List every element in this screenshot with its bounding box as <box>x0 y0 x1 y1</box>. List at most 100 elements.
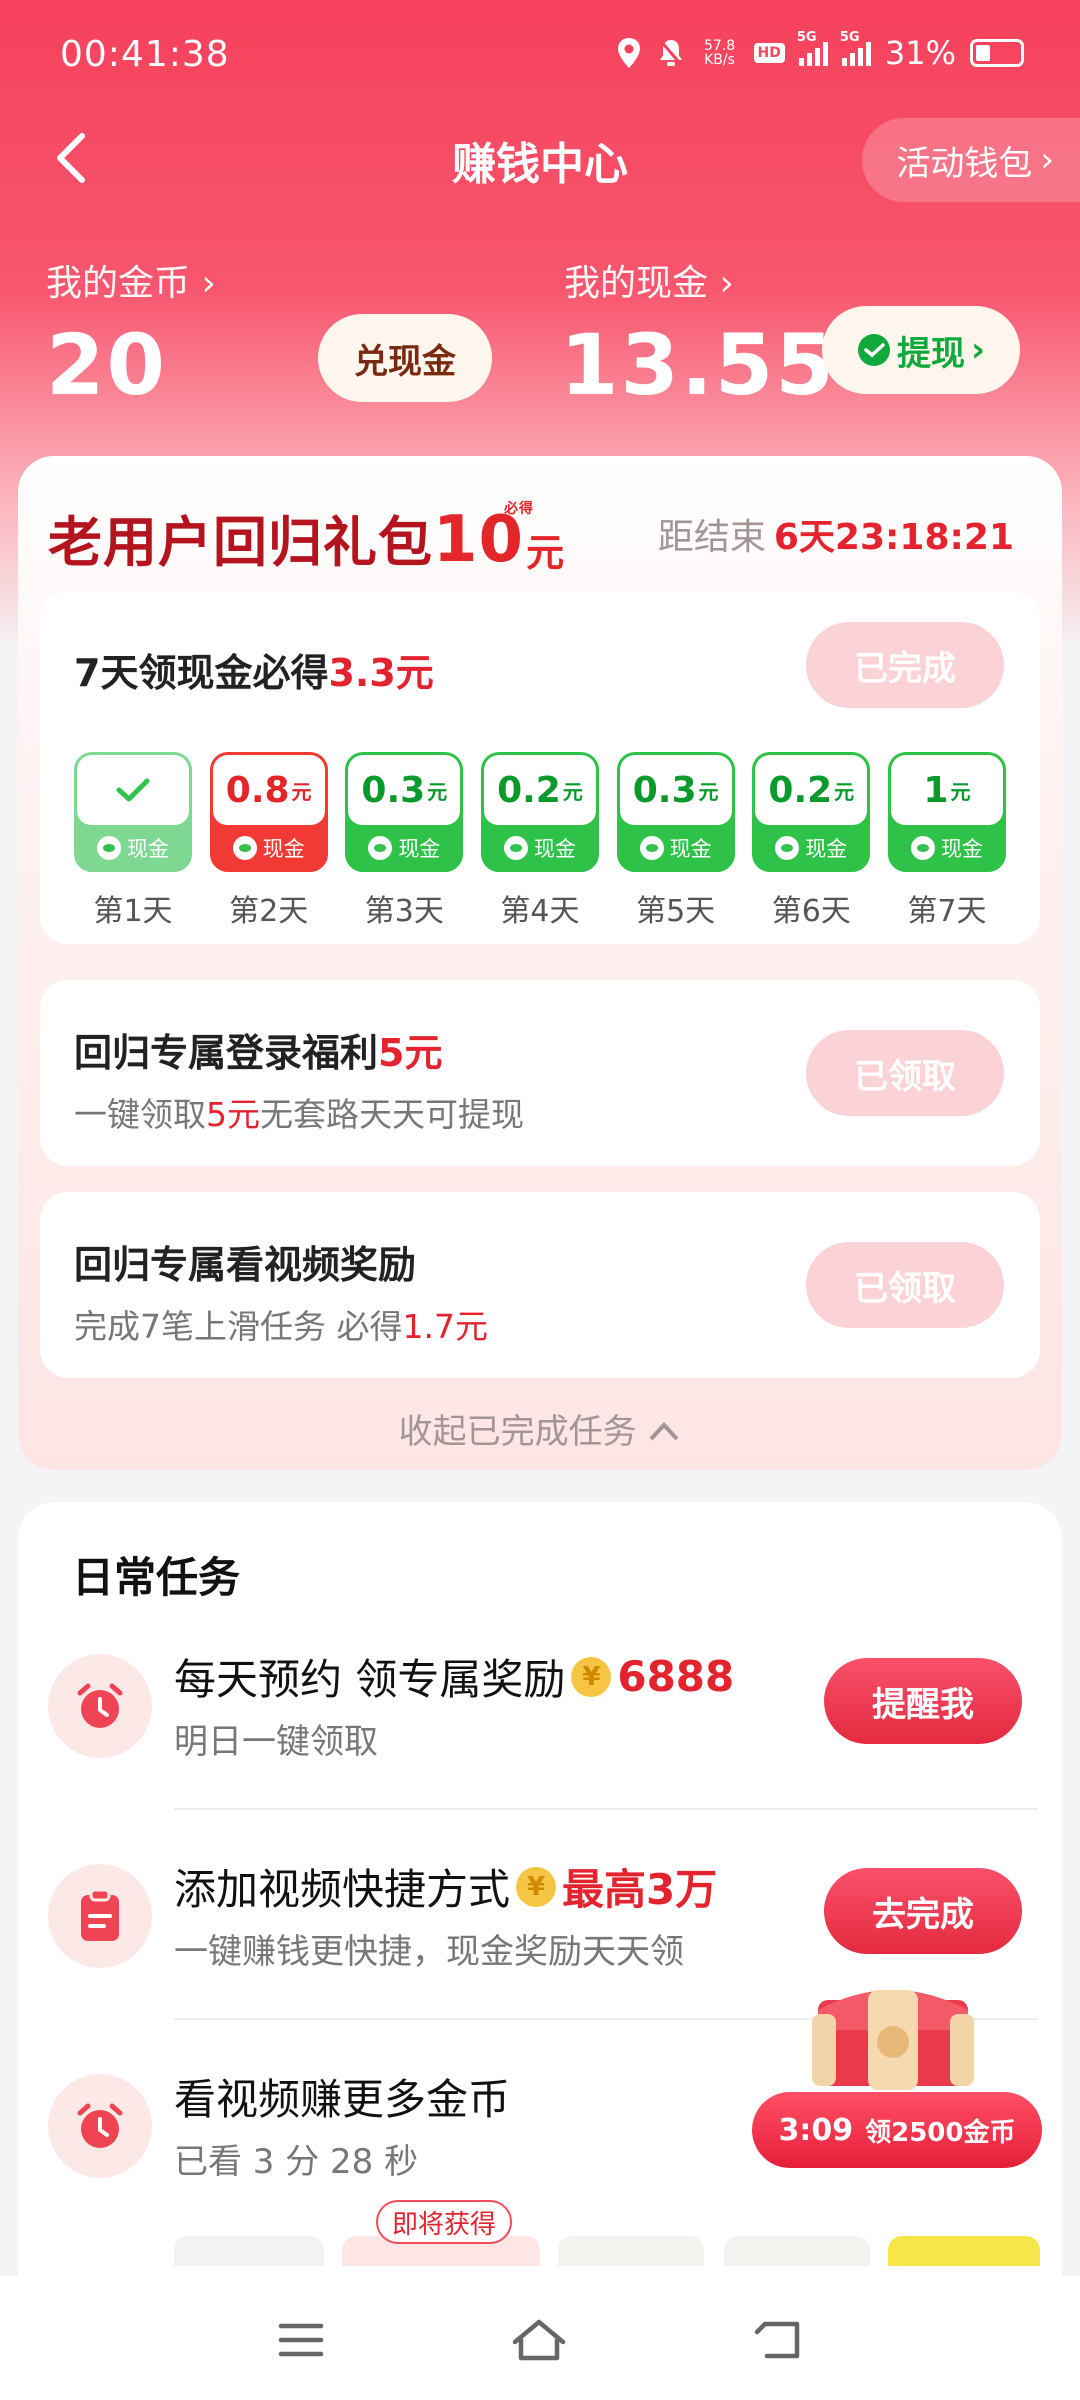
wechat-icon <box>97 836 121 860</box>
task-title: 添加视频快捷方式 ¥ 最高3万 <box>174 1865 718 1914</box>
claimed-button[interactable]: 已领取 <box>806 1242 1004 1328</box>
day-amount: 1元 <box>890 755 1003 825</box>
alarm-clock-icon <box>48 2074 152 2178</box>
withdraw-button[interactable]: 提现 › <box>822 306 1020 394</box>
signal-icon-2: 5G <box>840 30 871 66</box>
reward-tile[interactable] <box>558 2236 704 2266</box>
chest-reward-button[interactable]: 3:09 领2500金币 <box>752 2092 1042 2168</box>
home-icon <box>512 2319 566 2361</box>
activity-wallet-button[interactable]: 活动钱包 › <box>862 118 1080 202</box>
task-title: 回归专属登录福利5元 <box>74 1031 443 1075</box>
task-subtitle: 一键赚钱更快捷，现金奖励天天领 <box>174 1932 684 1972</box>
coins-value: 20 <box>46 316 167 414</box>
home-button[interactable] <box>494 2300 584 2380</box>
menu-button[interactable] <box>256 2300 346 2380</box>
task-title: 每天预约 领专属奖励 ¥ 6888 <box>174 1652 735 1704</box>
soon-badge: 即将获得 <box>376 2200 513 2244</box>
back-arrow-icon <box>754 2321 800 2359</box>
go-complete-button[interactable]: 去完成 <box>824 1868 1022 1954</box>
daily-tasks-card: 日常任务 每天预约 领专属奖励 ¥ 6888 明日一键领取 提醒我 添加视频快捷… <box>18 1502 1062 2302</box>
cash-label-link[interactable]: 我的现金 › <box>564 254 734 306</box>
day-reward-3: 0.3 元现金第3天 <box>345 752 464 930</box>
day-amount: 0.3 元 <box>348 755 461 825</box>
day-amount: 0.2 元 <box>483 755 596 825</box>
mute-bell-icon <box>658 39 684 68</box>
chevron-right-icon: › <box>1040 140 1054 180</box>
chevron-right-icon: › <box>201 263 216 304</box>
cash-label: 现金 <box>213 833 325 863</box>
day-label: 第5天 <box>636 894 716 929</box>
task-subtitle: 完成7笔上滑任务 必得1.7元 <box>74 1307 488 1346</box>
day-label: 第3天 <box>364 894 444 929</box>
day-card: 0.8 元现金 <box>209 752 328 872</box>
day-label: 第6天 <box>771 894 851 929</box>
day-label: 第1天 <box>93 894 173 929</box>
task-subtitle: 明日一键领取 <box>174 1722 378 1762</box>
completed-button[interactable]: 已完成 <box>806 622 1004 708</box>
task-row-reserve: 每天预约 领专属奖励 ¥ 6888 明日一键领取 提醒我 <box>18 1618 1062 1828</box>
seven-day-cash-task: 7天领现金必得3.3元 已完成 现金 第1天 0.8 元现金 第2天 0.3 元现金 第3天 0… <box>40 592 1040 944</box>
task-title: 回归专属看视频奖励 <box>74 1243 417 1287</box>
status-icons: 57.8 KB/s HD 5G 5G 31% <box>616 30 1024 76</box>
gold-coin-icon: ¥ <box>571 1656 612 1697</box>
cash-label: 现金 <box>620 833 732 863</box>
reward-tile[interactable] <box>888 2236 1040 2266</box>
reward-tile[interactable] <box>724 2236 870 2266</box>
day-reward-7: 1 元现金第7天 <box>887 752 1006 930</box>
day-amount: 0.3 元 <box>619 755 732 825</box>
signal-icon: 5G <box>797 30 828 66</box>
day-reward-6: 0.2 元现金第6天 <box>752 752 871 930</box>
activity-wallet-label: 活动钱包 <box>896 143 1033 184</box>
video-reward-task: 回归专属看视频奖励 完成7笔上滑任务 必得1.7元 已领取 <box>40 1192 1040 1378</box>
return-gift-card: 老用户回归礼包 10 元 必得 距结束 6天23:18:21 7天领现金必得3.3… <box>18 456 1062 1470</box>
chest-reward-text: 领2500金币 <box>865 2117 1016 2148</box>
day-card: 0.3 元现金 <box>345 752 464 872</box>
day-card: 0.3 元现金 <box>616 752 735 872</box>
day-amount: 0.8 元 <box>212 755 325 825</box>
coins-label-link[interactable]: 我的金币 › <box>46 254 216 306</box>
day-reward-2: 0.8 元现金第2天 <box>209 752 328 930</box>
cash-label: 现金 <box>348 833 460 863</box>
remind-me-button[interactable]: 提醒我 <box>824 1658 1022 1744</box>
task-subtitle: 一键领取5元无套路天天可提现 <box>74 1095 524 1134</box>
system-navigation-bar <box>0 2276 1080 2400</box>
day-label: 第7天 <box>907 894 987 929</box>
wechat-icon <box>368 836 393 860</box>
divider <box>174 1808 1038 1810</box>
task-title: 看视频赚更多金币 <box>174 2075 511 2124</box>
chevron-up-icon <box>649 1422 679 1441</box>
network-speed: 57.8 KB/s <box>703 38 736 68</box>
collapse-completed-button[interactable]: 收起已完成任务 <box>18 1404 1062 1453</box>
treasure-chest-icon[interactable] <box>808 1970 978 2090</box>
gold-coin-icon: ¥ <box>516 1866 557 1907</box>
back-nav-button[interactable] <box>734 2300 824 2380</box>
cash-value: 13.55 <box>560 316 836 414</box>
battery-percent: 31% <box>884 34 956 72</box>
hd-badge: HD <box>753 43 785 63</box>
cash-label: 现金 <box>484 833 596 863</box>
chest-timer: 3:09 <box>778 2112 854 2148</box>
daily-tasks-title: 日常任务 <box>72 1553 241 1602</box>
day-card: 现金 <box>74 752 192 872</box>
day-label: 第2天 <box>229 894 309 929</box>
alarm-clock-icon <box>48 1654 152 1758</box>
exchange-cash-button[interactable]: 兑现金 <box>318 314 492 402</box>
cash-label: 现金 <box>891 833 1003 863</box>
reward-tile[interactable] <box>174 2236 324 2266</box>
day-card: 1 元现金 <box>887 752 1006 872</box>
status-bar: 00:41:38 57.8 KB/s HD 5G 5G 31% <box>0 0 1080 118</box>
claimed-button[interactable]: 已领取 <box>806 1030 1004 1116</box>
cash-label: 现金 <box>755 833 867 863</box>
menu-icon <box>278 2323 324 2357</box>
day-card: 0.2 元现金 <box>752 752 871 872</box>
wechat-pay-icon <box>857 334 890 366</box>
wechat-icon <box>639 836 664 860</box>
status-time: 00:41:38 <box>60 34 230 75</box>
login-bonus-task: 回归专属登录福利5元 一键领取5元无套路天天可提现 已领取 <box>40 980 1040 1166</box>
clipboard-icon <box>48 1864 152 1968</box>
day-card: 0.2 元现金 <box>480 752 599 872</box>
task-subtitle: 已看 3 分 28 秒 <box>174 2142 419 2182</box>
day-label: 第4天 <box>500 894 580 929</box>
day-rewards: 现金 第1天 0.8 元现金 第2天 0.3 元现金 第3天 0.2 元现金 第4天 0.3 元现金 第5… <box>74 752 1006 930</box>
countdown: 距结束 6天23:18:21 <box>657 517 1014 558</box>
